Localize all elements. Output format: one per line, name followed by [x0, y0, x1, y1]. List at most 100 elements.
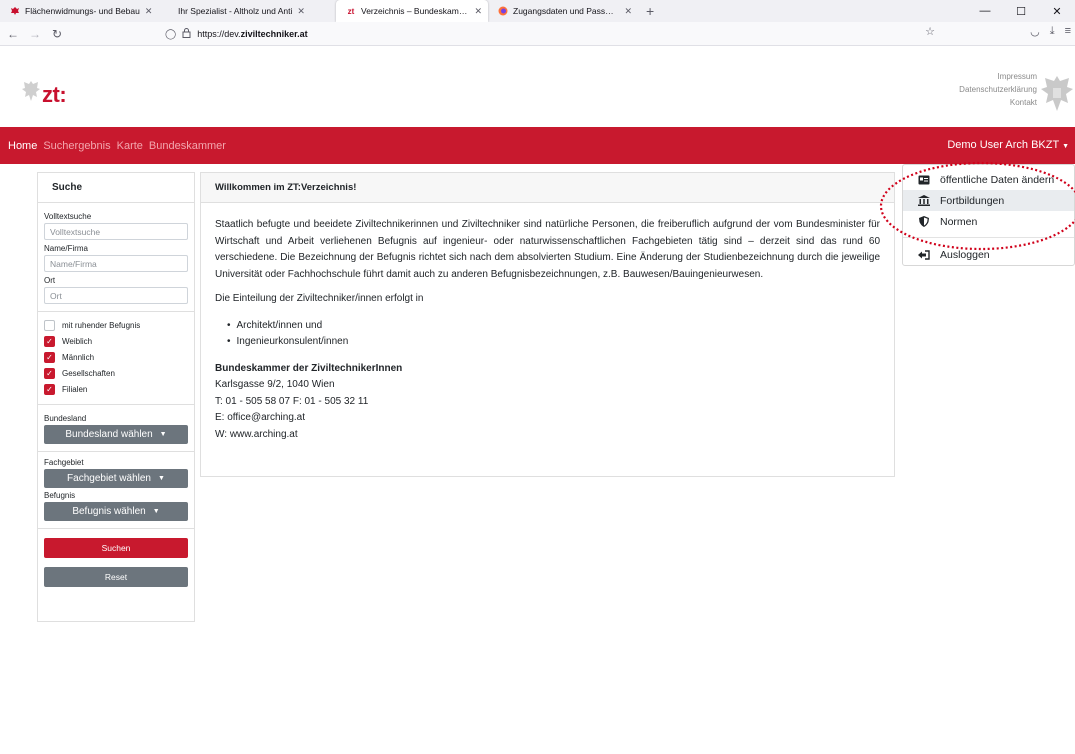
- classification-paragraph: Die Einteilung der Ziviltechniker/innen …: [215, 293, 424, 304]
- browser-tab[interactable]: Flächenwidmungs- und Bebau ✕: [0, 0, 168, 22]
- ort-input[interactable]: Ort: [44, 287, 188, 304]
- close-tab-icon[interactable]: ✕: [474, 6, 482, 17]
- contact-title: Bundeskammer der ZiviltechnikerInnen: [215, 362, 403, 374]
- search-button[interactable]: Suchen: [44, 538, 188, 558]
- checkbox-label: Filialen: [62, 384, 88, 394]
- zt-logo[interactable]: zt:: [21, 74, 67, 108]
- lock-icon[interactable]: [182, 27, 191, 41]
- tab-label: Flächenwidmungs- und Bebau: [25, 6, 140, 16]
- kontakt-link[interactable]: Kontakt: [959, 96, 1037, 109]
- pocket-icon[interactable]: ◡: [1030, 25, 1040, 38]
- befugnis-dropdown[interactable]: Befugnis wählen ▼: [44, 502, 188, 521]
- contact-email[interactable]: E: office@arching.at: [215, 410, 880, 427]
- nav-suchergebnis[interactable]: Suchergebnis: [43, 140, 110, 152]
- ort-label: Ort: [44, 276, 56, 285]
- address-bar[interactable]: ◯ https://dev. ziviltechniker.at ☆: [165, 25, 935, 43]
- contact-phone: T: 01 - 505 58 07 F: 01 - 505 32 11: [215, 395, 369, 407]
- window-controls: — ☐ ✕: [967, 0, 1075, 22]
- check-icon[interactable]: ✓: [44, 335, 55, 347]
- volltext-label: Volltextsuche: [44, 212, 92, 221]
- impressum-link[interactable]: Impressum: [959, 70, 1037, 83]
- datenschutz-link[interactable]: Datenschutzerklärung: [959, 83, 1037, 96]
- user-name: Demo User Arch BKZT: [947, 139, 1059, 151]
- checkbox-label: Weiblich: [62, 336, 93, 346]
- close-tab-icon[interactable]: ✕: [297, 6, 305, 17]
- caret-down-icon: ▼: [158, 475, 165, 482]
- close-window-icon[interactable]: ✕: [1039, 5, 1075, 18]
- checkbox-label: Gesellschaften: [62, 368, 115, 378]
- bundesland-label: Bundesland: [44, 414, 87, 423]
- minimize-icon[interactable]: —: [967, 5, 1003, 17]
- shield-icon[interactable]: ◯: [165, 29, 176, 40]
- forward-arrow-icon[interactable]: →: [26, 27, 44, 41]
- name-label: Name/Firma: [44, 244, 89, 253]
- caret-down-icon: ▼: [152, 508, 160, 515]
- annotation-oval: [879, 161, 1075, 251]
- top-links: Impressum Datenschutzerklärung Kontakt: [959, 70, 1037, 109]
- nav-bundeskammer[interactable]: Bundeskammer: [149, 140, 226, 152]
- nav-karte[interactable]: Karte: [117, 140, 143, 152]
- browser-toolbar: ← → ↻ ◯ https://dev. ziviltechniker.at ☆ …: [0, 22, 1075, 46]
- divider: [38, 451, 194, 452]
- fachgebiet-label: Fachgebiet: [44, 458, 84, 467]
- reload-icon[interactable]: ↻: [48, 27, 66, 41]
- contact-address: Karlsgasse 9/2, 1040 Wien: [215, 379, 335, 390]
- coat-of-arms-icon: [1039, 74, 1075, 114]
- tab-label: Verzeichnis – Bundeskammer de: [361, 6, 470, 16]
- close-tab-icon[interactable]: ✕: [145, 6, 153, 17]
- welcome-card: Willkommen im ZT:Verzeichnis! Staatlich …: [200, 172, 895, 477]
- contact-web[interactable]: W: www.arching.at: [215, 427, 880, 444]
- classification-list: Architekt/innen und Ingenieurkonsulent/i…: [227, 318, 880, 351]
- list-item: Ingenieurkonsulent/innen: [227, 334, 880, 351]
- checkbox-gesellschaften[interactable]: ✓ Gesellschaften: [44, 365, 188, 381]
- bundesland-dropdown[interactable]: Bundesland wählen ▼: [44, 425, 188, 444]
- volltext-input[interactable]: Volltextsuche: [44, 223, 188, 240]
- befugnis-button-label: Befugnis wählen: [72, 506, 146, 517]
- user-menu-toggle[interactable]: Demo User Arch BKZT ▼: [947, 139, 1069, 151]
- checkbox-ruhend[interactable]: mit ruhender Befugnis: [44, 317, 188, 333]
- sidebar-title: Suche: [38, 173, 194, 203]
- divider: [38, 404, 194, 405]
- zt-favicon-icon: zt: [347, 6, 355, 16]
- name-input[interactable]: Name/Firma: [44, 255, 188, 272]
- checkbox-label: Männlich: [62, 352, 95, 362]
- reset-button[interactable]: Reset: [44, 567, 188, 587]
- list-item: Architekt/innen und: [227, 318, 880, 335]
- nav-home[interactable]: Home: [8, 140, 37, 152]
- checkbox-group: mit ruhender Befugnis ✓ Weiblich ✓ Männlic…: [38, 317, 194, 397]
- new-tab-icon[interactable]: +: [646, 3, 654, 19]
- bookmark-star-icon[interactable]: ☆: [925, 25, 935, 38]
- befugnis-label: Befugnis: [44, 491, 76, 500]
- maximize-icon[interactable]: ☐: [1003, 5, 1039, 18]
- browser-tab-active[interactable]: zt Verzeichnis – Bundeskammer de ✕: [336, 0, 488, 22]
- url-domain: ziviltechniker.at: [240, 29, 308, 39]
- checkbox-weiblich[interactable]: ✓ Weiblich: [44, 333, 188, 349]
- url-text: https://dev.: [197, 29, 241, 39]
- check-icon[interactable]: ✓: [44, 367, 55, 379]
- caret-down-icon: ▼: [159, 431, 167, 438]
- browser-tab[interactable]: Ihr Spezialist - Altholz und Anti ✕: [168, 0, 336, 22]
- card-title: Willkommen im ZT:Verzeichnis!: [201, 173, 894, 203]
- checkbox-maennlich[interactable]: ✓ Männlich: [44, 349, 188, 365]
- menu-icon[interactable]: ≡: [1065, 25, 1071, 38]
- search-sidebar: Suche Volltextsuche Volltextsuche Name/F…: [37, 172, 195, 622]
- close-tab-icon[interactable]: ✕: [624, 6, 632, 17]
- browser-tab-bar: Flächenwidmungs- und Bebau ✕ Ihr Spezial…: [0, 0, 1075, 22]
- toolbar-right-buttons: ◡ ⤓ ≡: [1030, 25, 1071, 38]
- checkbox-filialen[interactable]: ✓ Filialen: [44, 381, 188, 397]
- divider: [38, 311, 194, 312]
- check-icon[interactable]: ✓: [44, 383, 55, 395]
- check-icon[interactable]: ✓: [44, 351, 55, 363]
- fachgebiet-button-label: Fachgebiet wählen: [67, 473, 151, 484]
- browser-tab[interactable]: Zugangsdaten und Passwörter ✕: [488, 0, 638, 22]
- eagle-logo-icon: [21, 80, 41, 102]
- back-arrow-icon[interactable]: ←: [4, 27, 22, 41]
- site-header: zt: Impressum Datenschutzerklärung Konta…: [0, 46, 1075, 127]
- download-icon[interactable]: ⤓: [1050, 25, 1055, 38]
- firefox-favicon-icon: [498, 6, 508, 16]
- eagle-favicon-icon: [10, 6, 20, 16]
- caret-down-icon: ▼: [1062, 143, 1069, 150]
- checkbox-box[interactable]: [44, 319, 55, 331]
- card-body: Staatlich befugte und beeidete Ziviltech…: [201, 203, 894, 443]
- fachgebiet-dropdown[interactable]: Fachgebiet wählen ▼: [44, 469, 188, 488]
